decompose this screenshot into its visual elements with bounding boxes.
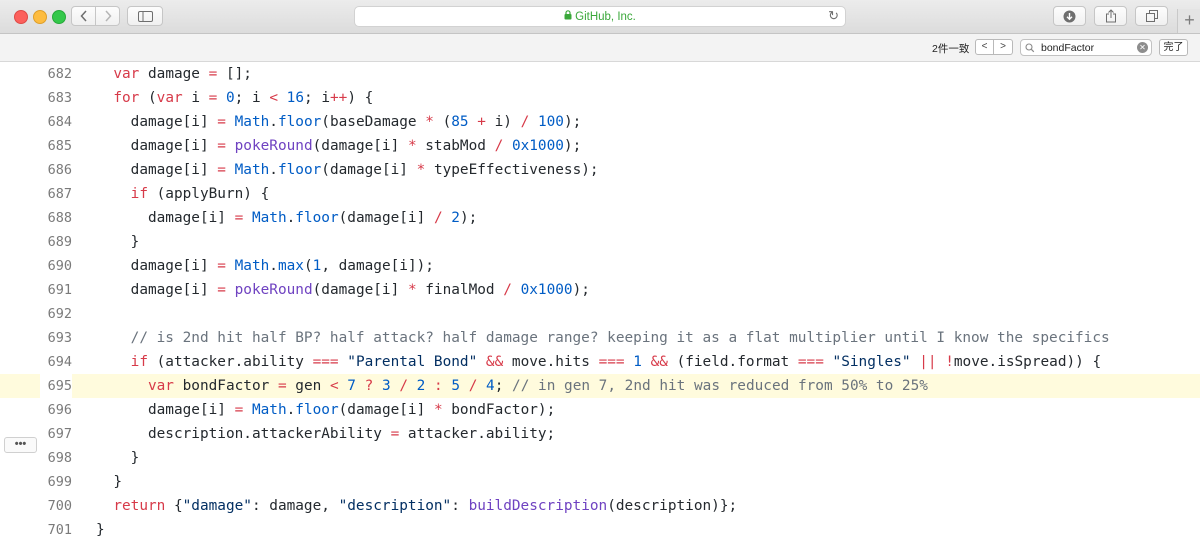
share-button[interactable] [1094,6,1127,26]
find-match-count: 2件一致 [932,43,970,55]
line-number[interactable]: 696 [40,398,72,422]
line-number[interactable]: 699 [40,470,72,494]
code-line: 701} [0,518,1200,542]
code-line: 686 damage[i] = Math.floor(damage[i] * t… [0,158,1200,182]
code-line: 692 [0,302,1200,326]
line-number[interactable]: 687 [40,182,72,206]
code-line: 689 } [0,230,1200,254]
line-number[interactable]: 701 [40,518,72,542]
chevron-left-icon [79,10,87,22]
line-number[interactable]: 693 [40,326,72,350]
find-query-text: bondFactor [1041,42,1095,54]
code-text: } [96,474,122,490]
line-number[interactable]: 692 [40,302,72,326]
line-number[interactable]: 683 [40,86,72,110]
line-number[interactable]: 689 [40,230,72,254]
tab-overview-button[interactable] [1135,6,1168,26]
lock-icon [564,10,572,23]
line-number[interactable]: 690 [40,254,72,278]
find-input[interactable]: bondFactor ✕ [1020,39,1152,56]
code-line: 688 damage[i] = Math.floor(damage[i] / 2… [0,206,1200,230]
code-line: 695 var bondFactor = gen < 7 ? 3 / 2 : 5… [0,374,1200,398]
new-tab-button[interactable]: + [1177,9,1200,33]
code-text: var damage = []; [113,66,252,82]
sidebar-toggle-button[interactable] [127,6,163,26]
code-text: damage[i] = Math.floor(damage[i] * bondF… [96,402,556,418]
code-line: 696 damage[i] = Math.floor(damage[i] * b… [0,398,1200,422]
back-button[interactable] [71,6,96,26]
code-line: 698 } [0,446,1200,470]
code-text: damage[i] = pokeRound(damage[i] * finalM… [96,282,590,298]
code-text: description.attackerAbility = attacker.a… [96,426,556,442]
downloads-button[interactable] [1053,6,1086,26]
site-identity-label: GitHub, Inc. [575,11,636,23]
code-text: // is 2nd hit half BP? half attack? half… [130,330,1110,346]
find-done-button[interactable]: 完了 [1159,39,1188,56]
code-text: damage[i] = Math.floor(damage[i] / 2); [96,210,478,226]
code-line: 683 for (var i = 0; i < 16; i++) { [0,86,1200,110]
code-line: 691 damage[i] = pokeRound(damage[i] * fi… [0,278,1200,302]
tabs-icon [1145,10,1158,22]
code-line: 694 if (attacker.ability === "Parental B… [0,350,1200,374]
code-line: 697 description.attackerAbility = attack… [0,422,1200,446]
code-text: } [96,522,105,538]
code-text: damage[i] = Math.max(1, damage[i]); [96,258,434,274]
clear-icon[interactable]: ✕ [1137,42,1148,53]
line-options-button[interactable]: ••• [4,437,37,453]
share-icon [1105,9,1116,23]
find-previous-button[interactable]: < [975,39,994,55]
line-number[interactable]: 684 [40,110,72,134]
chevron-right-icon [104,10,112,22]
find-next-button[interactable]: > [994,39,1013,55]
code-text: var bondFactor = gen < 7 ? 3 / 2 : 5 / 4… [147,378,928,394]
address-bar[interactable]: GitHub, Inc. ↻ [354,6,846,27]
code-line: 700 return {"damage": damage, "descripti… [0,494,1200,518]
code-view: 682 var damage = []; 683 for (var i = 0; … [0,62,1200,546]
line-number[interactable]: 688 [40,206,72,230]
code-line: 682 var damage = []; [0,62,1200,86]
line-number[interactable]: 685 [40,134,72,158]
minimize-window-button[interactable] [33,10,47,24]
find-bar: 2件一致 < > bondFactor ✕ 完了 [0,34,1200,62]
code-text: damage[i] = Math.floor(damage[i] * typeE… [96,162,599,178]
code-line: 693 // is 2nd hit half BP? half attack? … [0,326,1200,350]
code-text: } [96,234,140,250]
reload-icon[interactable]: ↻ [828,8,839,24]
zoom-window-button[interactable] [52,10,66,24]
code-text: if (attacker.ability === "Parental Bond"… [130,354,1102,370]
code-line: 699 } [0,470,1200,494]
code-line: 687 if (applyBurn) { [0,182,1200,206]
code-line: 685 damage[i] = pokeRound(damage[i] * st… [0,134,1200,158]
line-number[interactable]: 697 [40,422,72,446]
address-bar-text: GitHub, Inc. [355,10,845,23]
code-text: for (var i = 0; i < 16; i++) { [113,90,374,106]
forward-button[interactable] [96,6,120,26]
code-text: return {"damage": damage, "description":… [113,498,738,514]
sidebar-icon [137,10,153,22]
code-text: if (applyBurn) { [130,186,270,202]
code-text: damage[i] = pokeRound(damage[i] * stabMo… [96,138,582,154]
code-line: 684 damage[i] = Math.floor(baseDamage * … [0,110,1200,134]
download-icon [1063,10,1076,22]
code-line: 690 damage[i] = Math.max(1, damage[i]); [0,254,1200,278]
line-number[interactable]: 682 [40,62,72,86]
line-number[interactable]: 694 [40,350,72,374]
line-number[interactable]: 700 [40,494,72,518]
search-icon [1025,40,1035,57]
browser-toolbar: GitHub, Inc. ↻ + [0,0,1200,34]
line-number[interactable]: 698 [40,446,72,470]
code-text: } [96,450,140,466]
code-text: damage[i] = Math.floor(baseDamage * (85 … [96,114,582,130]
line-number[interactable]: 695 [40,374,72,398]
line-number[interactable]: 691 [40,278,72,302]
close-window-button[interactable] [14,10,28,24]
line-number[interactable]: 686 [40,158,72,182]
